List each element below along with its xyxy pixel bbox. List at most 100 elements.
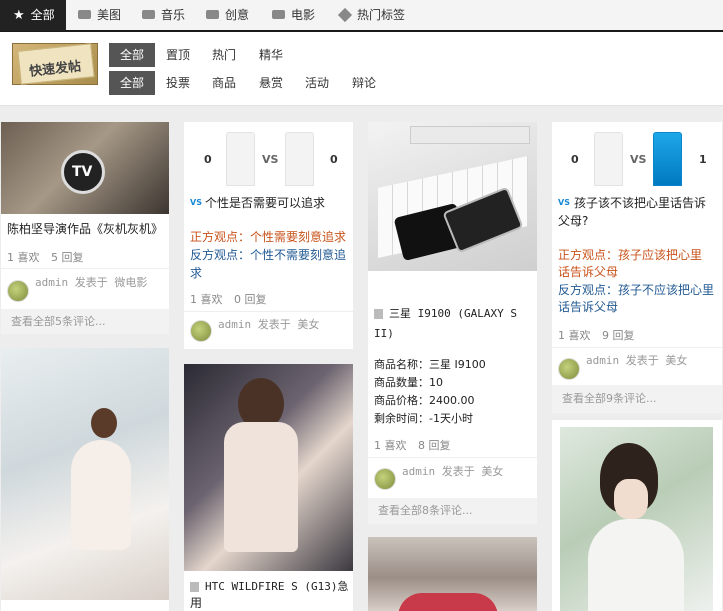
vote-bars: 0 VS 1 [552,122,722,186]
filter-row-type: 全部 投票 商品 悬赏 活动 辩论 [109,71,409,95]
video-thumbnail[interactable]: TV [1,122,169,214]
author-line[interactable]: admin 发表于 美女 [586,352,687,368]
nav-item-hot-tags[interactable]: 热门标签 [337,0,405,31]
post-title-line2[interactable]: 父母? [558,212,588,231]
image-icon [78,10,91,19]
con-viewpoint-line1: 反方观点：孩子不应该把心里 [558,283,715,297]
filter-reward[interactable]: 悬赏 [259,71,283,95]
filter-row-sort: 全部 置顶 热门 精华 [109,43,409,67]
like-count[interactable]: 1 喜欢 [374,437,407,453]
product-thumbnail[interactable] [368,122,537,271]
filter-all[interactable]: 全部 [109,43,155,67]
left-vote-count: 0 [204,153,212,166]
figure-body [588,519,684,611]
con-viewpoint: 反方观点：个性不需要刻意追求 [190,248,347,280]
left-vote-bar [594,132,623,186]
reply-count[interactable]: 8 回复 [418,437,451,453]
banner-strip [410,126,530,144]
post-card-debate-personality: 0 VS 0 VS 个性是否需要可以追求 正方观点：个性需要刻意追求 反方观点：… [184,122,353,349]
like-count[interactable]: 1 喜欢 [190,291,223,307]
filter-goods[interactable]: 商品 [212,71,236,95]
nav-item-music[interactable]: 音乐 [142,0,185,31]
vote-bars: 0 VS 0 [184,122,353,186]
author-line[interactable]: admin 发表于 美女 [218,316,319,332]
author-line[interactable]: admin 发表于 美女 [402,463,503,479]
post-card-debate-parents: 0 VS 1 VS 孩子该不该把心里话告诉 父母? 正方观点：孩子应该把心里 话… [552,122,722,413]
avatar[interactable] [190,320,212,342]
photo-thumbnail[interactable] [368,537,537,611]
nav-item-label: 音乐 [161,8,186,22]
filter-debate[interactable]: 辩论 [352,71,376,95]
filter-activity[interactable]: 活动 [305,71,329,95]
right-vote-count: 0 [330,153,338,166]
post-title-line1[interactable]: 三星 I9100 (GALAXY S [374,305,534,322]
avatar[interactable] [7,280,29,302]
nav-item-label: 全部 [30,8,55,22]
avatar[interactable] [558,358,580,380]
figure-face [614,479,648,519]
figure-body [224,422,298,552]
nav-item-all[interactable]: ★ 全部 [0,0,66,31]
pro-viewpoint: 正方观点：个性需要刻意追求 [190,230,347,244]
divider [184,311,353,312]
right-vote-bar [653,132,682,186]
reply-count[interactable]: 5 回复 [51,249,84,265]
view-comments-link[interactable]: 查看全部9条评论... [552,385,722,413]
reply-count[interactable]: 9 回复 [602,327,635,343]
view-comments-link[interactable]: 查看全部8条评论... [368,498,537,524]
product-name: 商品名称：三星 I9100 [374,358,486,371]
vs-label: VS [262,153,279,166]
tv-icon: TV [61,150,105,194]
nav-item-pictures[interactable]: 美图 [78,0,121,31]
left-vote-bar [226,132,255,186]
document-icon [374,309,383,319]
con-viewpoint-line2: 话告诉父母 [558,300,619,314]
filter-pinned[interactable]: 置顶 [166,43,190,67]
figure-head [91,408,117,438]
divider [368,457,537,458]
photo-thumbnail[interactable] [184,364,353,571]
author-line[interactable]: admin 发表于 微电影 [35,274,147,290]
post-card-photo-ballet [1,348,169,611]
reply-count[interactable]: 0 回复 [234,291,267,307]
photo-thumbnail[interactable] [1,348,169,600]
post-card-photo-portrait [552,420,722,611]
post-title[interactable]: 个性是否需要可以追求 [205,194,325,213]
post-card-video: TV 陈柏坚导演作品《灰机灰机》 1 喜欢 5 回复 admin 发表于 微电影… [1,122,169,334]
document-icon [190,582,199,592]
product-quantity: 商品数量：10 [374,376,443,389]
nav-item-label: 创意 [225,8,250,22]
quick-post-button[interactable]: 快速发帖 [12,43,98,85]
post-title[interactable]: 陈柏坚导演作品《灰机灰机》 [7,220,163,239]
film-icon [272,10,285,19]
post-title-line1[interactable]: 孩子该不该把心里话告诉 [574,194,706,213]
nav-item-movies[interactable]: 电影 [272,0,315,31]
filter-featured[interactable]: 精华 [259,43,283,67]
post-title-line2[interactable]: II) [374,324,394,343]
left-vote-count: 0 [571,153,579,166]
photo-thumbnail[interactable] [560,427,713,611]
view-comments-link[interactable]: 查看全部5条评论... [1,309,169,334]
tag-icon [337,7,353,22]
nav-item-creative[interactable]: 创意 [206,0,249,31]
filter-hot[interactable]: 热门 [212,43,236,67]
filter-type-all[interactable]: 全部 [109,71,155,95]
post-title-line2[interactable]: 用 [190,594,202,611]
car-shape [398,593,498,611]
like-count[interactable]: 1 喜欢 [558,327,591,343]
post-card-samsung: 三星 I9100 (GALAXY S II) 商品名称：三星 I9100 商品数… [368,122,537,524]
right-vote-bar [285,132,314,186]
music-icon [142,10,155,19]
product-price: 商品价格：2400.00 [374,394,475,407]
like-count[interactable]: 1 喜欢 [7,249,40,265]
pro-viewpoint-line1: 正方观点：孩子应该把心里 [558,248,703,262]
filter-vote[interactable]: 投票 [166,71,190,95]
avatar[interactable] [374,468,396,490]
vs-badge-icon: VS [558,198,570,207]
filter-panel: 快速发帖 全部 置顶 热门 精华 全部 投票 商品 悬赏 活动 辩论 [0,32,723,106]
right-vote-count: 1 [699,153,707,166]
divider [1,268,169,269]
pro-viewpoint-line2: 话告诉父母 [558,265,619,279]
figure-body [71,440,131,550]
post-title-line1[interactable]: HTC WILDFIRE S (G13)急 [190,577,350,596]
